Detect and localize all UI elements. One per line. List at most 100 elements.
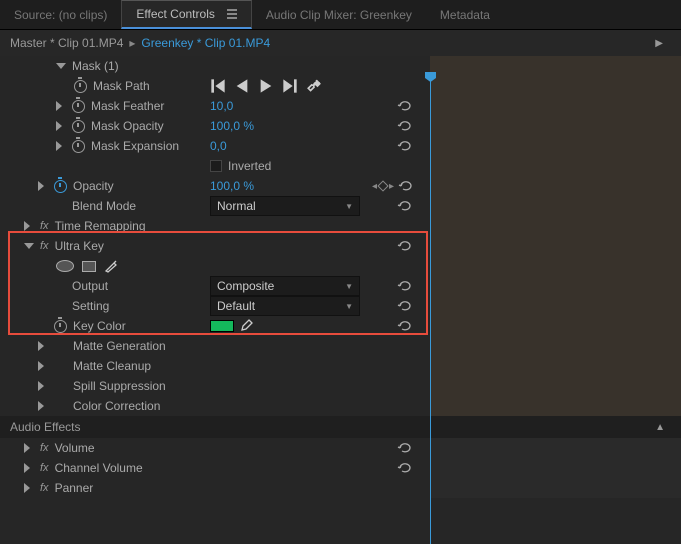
track-bar <box>430 56 681 76</box>
reset-button[interactable] <box>396 319 414 333</box>
key-color-swatch[interactable] <box>210 320 234 332</box>
matte-cleanup-label: Matte Cleanup <box>73 359 151 373</box>
breadcrumb-clip[interactable]: Greenkey * Clip 01.MP4 <box>141 36 270 50</box>
twirl-icon[interactable] <box>38 361 48 371</box>
keyframe-nav[interactable]: ◂▸ <box>372 179 394 193</box>
breadcrumb-play-icon[interactable]: ▶ <box>647 38 671 49</box>
eyedropper-icon[interactable] <box>240 319 254 333</box>
track-bar <box>430 96 681 116</box>
opacity-value[interactable]: 100,0 % <box>210 179 254 193</box>
tab-metadata[interactable]: Metadata <box>426 0 504 29</box>
prev-keyframe-icon[interactable] <box>210 78 226 94</box>
track-bar <box>430 356 681 376</box>
stopwatch-icon[interactable] <box>54 180 67 193</box>
stopwatch-icon[interactable] <box>72 100 85 113</box>
breadcrumb-master[interactable]: Master * Clip 01.MP4 <box>10 36 123 50</box>
twirl-icon[interactable] <box>24 443 34 453</box>
inverted-label: Inverted <box>228 159 271 173</box>
play-icon[interactable] <box>258 78 274 94</box>
stopwatch-icon[interactable] <box>54 320 67 333</box>
track-bar <box>430 458 681 478</box>
twirl-icon[interactable] <box>38 381 48 391</box>
blend-mode-label: Blend Mode <box>72 199 136 213</box>
twirl-icon[interactable] <box>38 341 48 351</box>
twirl-icon[interactable] <box>38 401 48 411</box>
mask-feather-row: Mask Feather 10,0 <box>0 96 681 116</box>
next-keyframe-icon[interactable] <box>282 78 298 94</box>
wrench-icon[interactable] <box>306 78 322 94</box>
fx-icon[interactable]: fx <box>40 442 49 454</box>
fx-icon[interactable]: fx <box>40 462 49 474</box>
matte-generation-label: Matte Generation <box>73 339 166 353</box>
reset-button[interactable] <box>396 119 414 133</box>
setting-dropdown[interactable]: Default ▼ <box>210 296 360 316</box>
ellipse-mask-icon[interactable] <box>56 260 74 272</box>
output-dropdown[interactable]: Composite ▼ <box>210 276 360 296</box>
twirl-icon[interactable] <box>56 121 66 131</box>
diamond-icon[interactable] <box>377 180 388 191</box>
reset-button[interactable] <box>396 441 414 455</box>
tab-bar: Source: (no clips) Effect Controls Audio… <box>0 0 681 30</box>
twirl-icon[interactable] <box>56 141 66 151</box>
fx-icon[interactable]: fx <box>40 220 49 232</box>
blend-mode-row: Blend Mode Normal ▼ <box>0 196 681 216</box>
twirl-icon[interactable] <box>24 483 34 493</box>
track-bar <box>430 296 681 316</box>
mask-feather-label: Mask Feather <box>91 99 164 113</box>
track-bar <box>430 256 681 276</box>
reset-button[interactable] <box>396 239 414 253</box>
tab-source[interactable]: Source: (no clips) <box>0 0 121 29</box>
mask-opacity-value[interactable]: 100,0 % <box>210 119 254 133</box>
stopwatch-icon[interactable] <box>72 120 85 133</box>
twirl-icon[interactable] <box>24 241 34 251</box>
channel-volume-row: fx Channel Volume <box>0 458 681 478</box>
rect-mask-icon[interactable] <box>82 261 96 272</box>
audio-effects-header[interactable]: Audio Effects ▲ <box>0 416 681 438</box>
ultra-key-header: fx Ultra Key <box>0 236 681 256</box>
mask-path-transport <box>210 78 322 94</box>
stopwatch-icon[interactable] <box>74 80 87 93</box>
playhead[interactable] <box>430 78 431 544</box>
mask-feather-value[interactable]: 10,0 <box>210 99 233 113</box>
stopwatch-icon[interactable] <box>72 140 85 153</box>
reset-button[interactable] <box>396 99 414 113</box>
pen-mask-icon[interactable] <box>104 259 118 273</box>
spill-suppression-row: Spill Suppression <box>0 376 681 396</box>
time-remapping-label: Time Remapping <box>55 219 146 233</box>
twirl-icon[interactable] <box>24 463 34 473</box>
reset-button[interactable] <box>398 179 414 193</box>
ultra-key-label: Ultra Key <box>55 239 104 253</box>
track-bar <box>430 176 681 196</box>
track-bar <box>430 116 681 136</box>
track-bar <box>430 236 681 256</box>
twirl-icon[interactable] <box>56 61 66 71</box>
fx-icon[interactable]: fx <box>40 240 49 252</box>
audio-effects-label: Audio Effects <box>10 420 81 434</box>
mask-inverted-row: Inverted <box>0 156 681 176</box>
tab-audio-mixer[interactable]: Audio Clip Mixer: Greenkey <box>252 0 426 29</box>
mask-expansion-value[interactable]: 0,0 <box>210 139 227 153</box>
tab-menu-icon[interactable] <box>223 9 237 19</box>
reset-button[interactable] <box>396 461 414 475</box>
inverted-checkbox[interactable] <box>210 160 222 172</box>
reset-button[interactable] <box>396 139 414 153</box>
play-reverse-icon[interactable] <box>234 78 250 94</box>
collapse-up-icon[interactable]: ▲ <box>655 422 671 433</box>
mask-header-row: Mask (1) <box>0 56 681 76</box>
tab-effect-controls[interactable]: Effect Controls <box>121 0 251 29</box>
twirl-icon[interactable] <box>56 101 66 111</box>
mask-path-label: Mask Path <box>93 79 150 93</box>
reset-button[interactable] <box>396 199 414 213</box>
chevron-down-icon: ▼ <box>345 302 353 311</box>
opacity-label: Opacity <box>73 179 114 193</box>
twirl-icon[interactable] <box>38 181 48 191</box>
mask-expansion-label: Mask Expansion <box>91 139 179 153</box>
mask-opacity-label: Mask Opacity <box>91 119 164 133</box>
fx-icon[interactable]: fx <box>40 482 49 494</box>
track-bar <box>430 276 681 296</box>
blend-mode-dropdown[interactable]: Normal ▼ <box>210 196 360 216</box>
twirl-icon[interactable] <box>24 221 34 231</box>
key-color-label: Key Color <box>73 319 126 333</box>
reset-button[interactable] <box>396 279 414 293</box>
reset-button[interactable] <box>396 299 414 313</box>
